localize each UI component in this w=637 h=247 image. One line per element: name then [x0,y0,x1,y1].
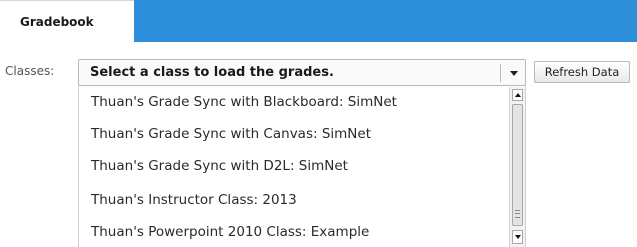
dropdown-scrollbar[interactable] [509,87,525,247]
chevron-down-icon[interactable] [510,71,518,76]
class-select[interactable]: Select a class to load the grades. [78,59,526,86]
dropdown-option[interactable]: Thuan's Powerpoint 2010 Class: Example [91,224,369,240]
dropdown-option[interactable]: Thuan's Instructor Class: 2013 [91,192,297,208]
grip-icon [515,210,520,218]
class-dropdown-list: Thuan's Grade Sync with Blackboard: SimN… [78,86,526,247]
dropdown-option[interactable]: Thuan's Grade Sync with D2L: SimNet [91,158,348,174]
scroll-down-arrow-icon[interactable] [512,230,523,244]
classes-label: Classes: [5,64,55,78]
class-select-value: Select a class to load the grades. [90,65,334,80]
scrollbar-thumb[interactable] [512,104,523,226]
tab-gradebook-label: Gradebook [20,14,94,29]
tab-bar: Gradebook [0,0,637,42]
tab-gradebook[interactable]: Gradebook [0,0,134,42]
tab-bar-background [134,0,637,42]
scroll-up-arrow-icon[interactable] [512,89,523,101]
dropdown-option[interactable]: Thuan's Grade Sync with Blackboard: SimN… [91,94,397,110]
dropdown-option[interactable]: Thuan's Grade Sync with Canvas: SimNet [91,126,371,142]
select-divider [500,64,501,82]
refresh-data-button[interactable]: Refresh Data [534,61,630,83]
